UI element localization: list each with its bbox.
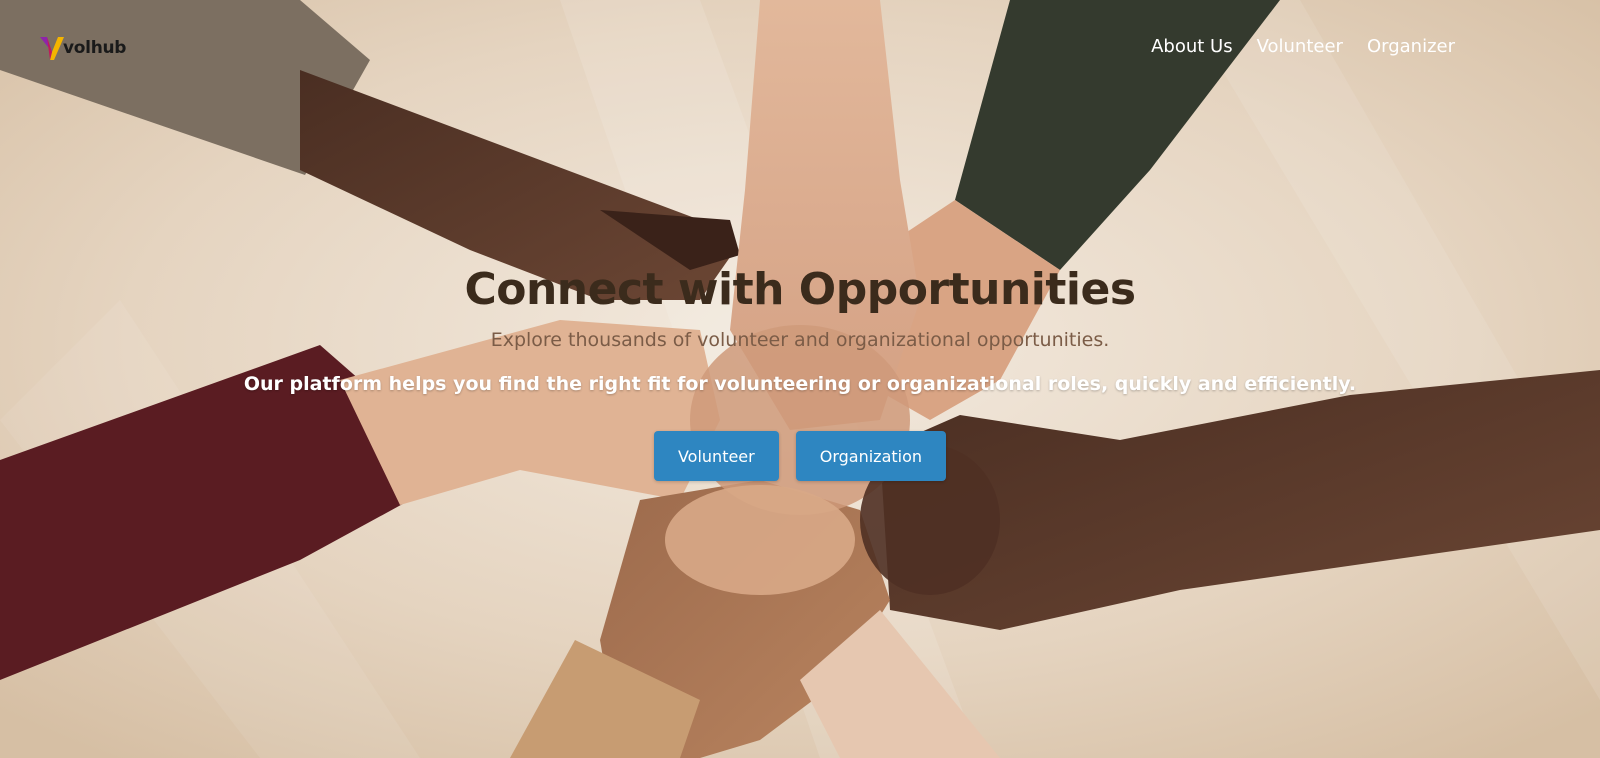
main-nav: About Us Volunteer Organizer [1151, 36, 1455, 57]
brand-name: volhub [63, 38, 127, 58]
hero-description: Our platform helps you find the right fi… [243, 373, 1357, 395]
volunteer-button[interactable]: Volunteer [653, 431, 779, 481]
hero-content: Connect with Opportunities Explore thous… [0, 262, 1600, 481]
hero-subtitle: Explore thousands of volunteer and organ… [490, 329, 1110, 351]
nav-link-about-us[interactable]: About Us [1151, 36, 1233, 57]
hero-buttons: Volunteer Organization [0, 431, 1600, 481]
nav-link-volunteer[interactable]: Volunteer [1257, 36, 1343, 57]
volhub-logo-icon [40, 37, 64, 60]
organization-button[interactable]: Organization [795, 431, 947, 481]
brand-logo[interactable]: volhub [38, 34, 126, 62]
hero-section: volhub About Us Volunteer Organizer Conn… [0, 0, 1600, 758]
navbar: volhub About Us Volunteer Organizer [0, 0, 1600, 100]
hero-title: Connect with Opportunities [464, 264, 1136, 315]
nav-link-organizer[interactable]: Organizer [1367, 36, 1455, 57]
